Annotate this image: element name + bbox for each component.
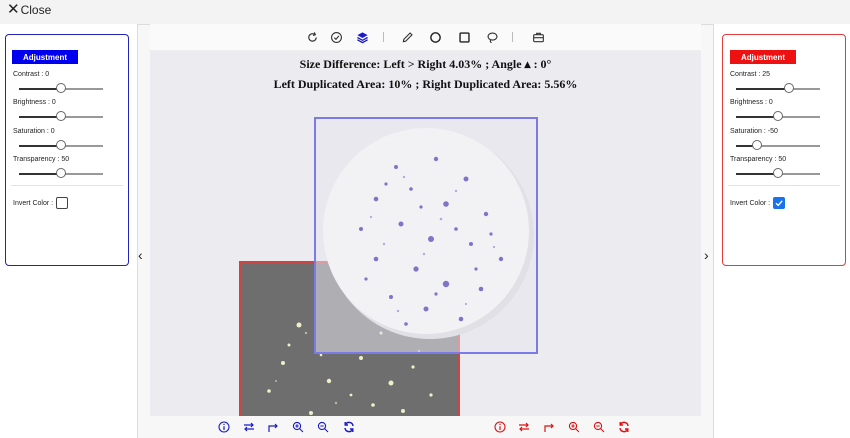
right-zoom-in-icon[interactable] xyxy=(567,420,581,434)
rotate-icon[interactable] xyxy=(304,29,320,45)
layers-icon[interactable] xyxy=(354,29,370,45)
square-icon[interactable] xyxy=(456,29,472,45)
divider xyxy=(728,185,840,186)
left-image[interactable] xyxy=(314,117,538,354)
right-invert-color: Invert Color : xyxy=(730,197,786,209)
top-toolbar xyxy=(150,24,701,51)
slider-label: Transparency : 50 xyxy=(13,156,70,163)
chevron-left-icon[interactable]: ‹ xyxy=(138,247,143,263)
bottom-toolbar xyxy=(150,416,701,438)
slider-label: Saturation : -50 xyxy=(730,128,778,135)
toolbar-separator xyxy=(383,32,384,42)
lasso-icon[interactable] xyxy=(484,29,500,45)
pencil-icon[interactable] xyxy=(399,29,415,45)
main-canvas: Size Difference: Left > Right 4.03% ; An… xyxy=(150,24,701,416)
slider-track[interactable] xyxy=(736,83,820,93)
slider-thumb[interactable] xyxy=(56,168,66,178)
right-refresh-icon[interactable] xyxy=(617,420,631,434)
slider-track[interactable] xyxy=(736,140,820,150)
slider-track[interactable] xyxy=(19,140,103,150)
slider-thumb[interactable] xyxy=(56,83,66,93)
duplicated-area-text: Left Duplicated Area: 10% ; Right Duplic… xyxy=(273,77,578,91)
left-adjustment-title: Adjustment xyxy=(12,50,78,64)
left-info-icon[interactable] xyxy=(217,420,231,434)
check-circle-icon[interactable] xyxy=(328,29,344,45)
right-adjustment-panel: Adjustment Contrast : 25 Brightness : 0 … xyxy=(722,34,846,266)
circle-icon[interactable] xyxy=(427,29,443,45)
right-sidebar: Adjustment Contrast : 25 Brightness : 0 … xyxy=(704,24,850,438)
invert-label: Invert Color : xyxy=(730,199,771,207)
left-sidebar: Adjustment Contrast : 0 Brightness : 0 S… xyxy=(0,24,143,438)
right-swap-icon[interactable] xyxy=(517,420,531,434)
left-brightness-slider[interactable]: Brightness : 0 xyxy=(13,99,113,125)
left-transparency-slider[interactable]: Transparency : 50 xyxy=(13,156,113,182)
toolbox-icon[interactable] xyxy=(530,29,546,45)
right-contrast-slider[interactable]: Contrast : 25 xyxy=(730,71,830,97)
toolbar-separator xyxy=(512,32,513,42)
left-saturation-slider[interactable]: Saturation : 0 xyxy=(13,128,113,154)
right-redo-icon[interactable] xyxy=(542,420,556,434)
right-adjustment-title: Adjustment xyxy=(730,50,796,64)
chevron-right-icon[interactable]: › xyxy=(704,247,709,263)
slider-thumb[interactable] xyxy=(56,140,66,150)
left-plate-image xyxy=(316,119,536,352)
slider-thumb[interactable] xyxy=(56,111,66,121)
left-contrast-slider[interactable]: Contrast : 0 xyxy=(13,71,113,97)
divider xyxy=(11,185,123,186)
check-icon xyxy=(775,200,783,207)
slider-thumb[interactable] xyxy=(773,168,783,178)
left-invert-color: Invert Color : xyxy=(13,197,69,209)
left-swap-icon[interactable] xyxy=(242,420,256,434)
top-bar: ✕ Close xyxy=(0,0,850,25)
slider-thumb[interactable] xyxy=(773,111,783,121)
right-brightness-slider[interactable]: Brightness : 0 xyxy=(730,99,830,125)
slider-track[interactable] xyxy=(19,83,103,93)
size-difference-text: Size Difference: Left > Right 4.03% ; An… xyxy=(299,57,552,71)
close-icon: ✕ xyxy=(7,1,20,18)
close-button[interactable]: ✕ Close xyxy=(7,2,51,17)
slider-thumb[interactable] xyxy=(752,140,762,150)
right-zoom-out-icon[interactable] xyxy=(592,420,606,434)
left-invert-checkbox[interactable] xyxy=(56,197,69,209)
slider-track[interactable] xyxy=(19,111,103,121)
right-info-icon[interactable] xyxy=(493,420,507,434)
slider-label: Transparency : 50 xyxy=(730,156,787,163)
left-refresh-icon[interactable] xyxy=(342,420,356,434)
invert-label: Invert Color : xyxy=(13,199,54,207)
right-saturation-slider[interactable]: Saturation : -50 xyxy=(730,128,830,154)
slider-track[interactable] xyxy=(736,168,820,178)
left-adjustment-panel: Adjustment Contrast : 0 Brightness : 0 S… xyxy=(5,34,129,266)
slider-track[interactable] xyxy=(736,111,820,121)
right-invert-checkbox[interactable] xyxy=(773,197,786,209)
left-redo-icon[interactable] xyxy=(266,420,280,434)
slider-thumb[interactable] xyxy=(784,83,794,93)
slider-track[interactable] xyxy=(19,168,103,178)
slider-label: Brightness : 0 xyxy=(730,99,773,106)
slider-label: Contrast : 0 xyxy=(13,71,50,78)
slider-label: Saturation : 0 xyxy=(13,128,55,135)
close-label: Close xyxy=(20,2,52,17)
right-transparency-slider[interactable]: Transparency : 50 xyxy=(730,156,830,182)
left-zoom-out-icon[interactable] xyxy=(316,420,330,434)
slider-label: Brightness : 0 xyxy=(13,99,56,106)
slider-label: Contrast : 25 xyxy=(730,71,771,78)
left-zoom-in-icon[interactable] xyxy=(291,420,305,434)
